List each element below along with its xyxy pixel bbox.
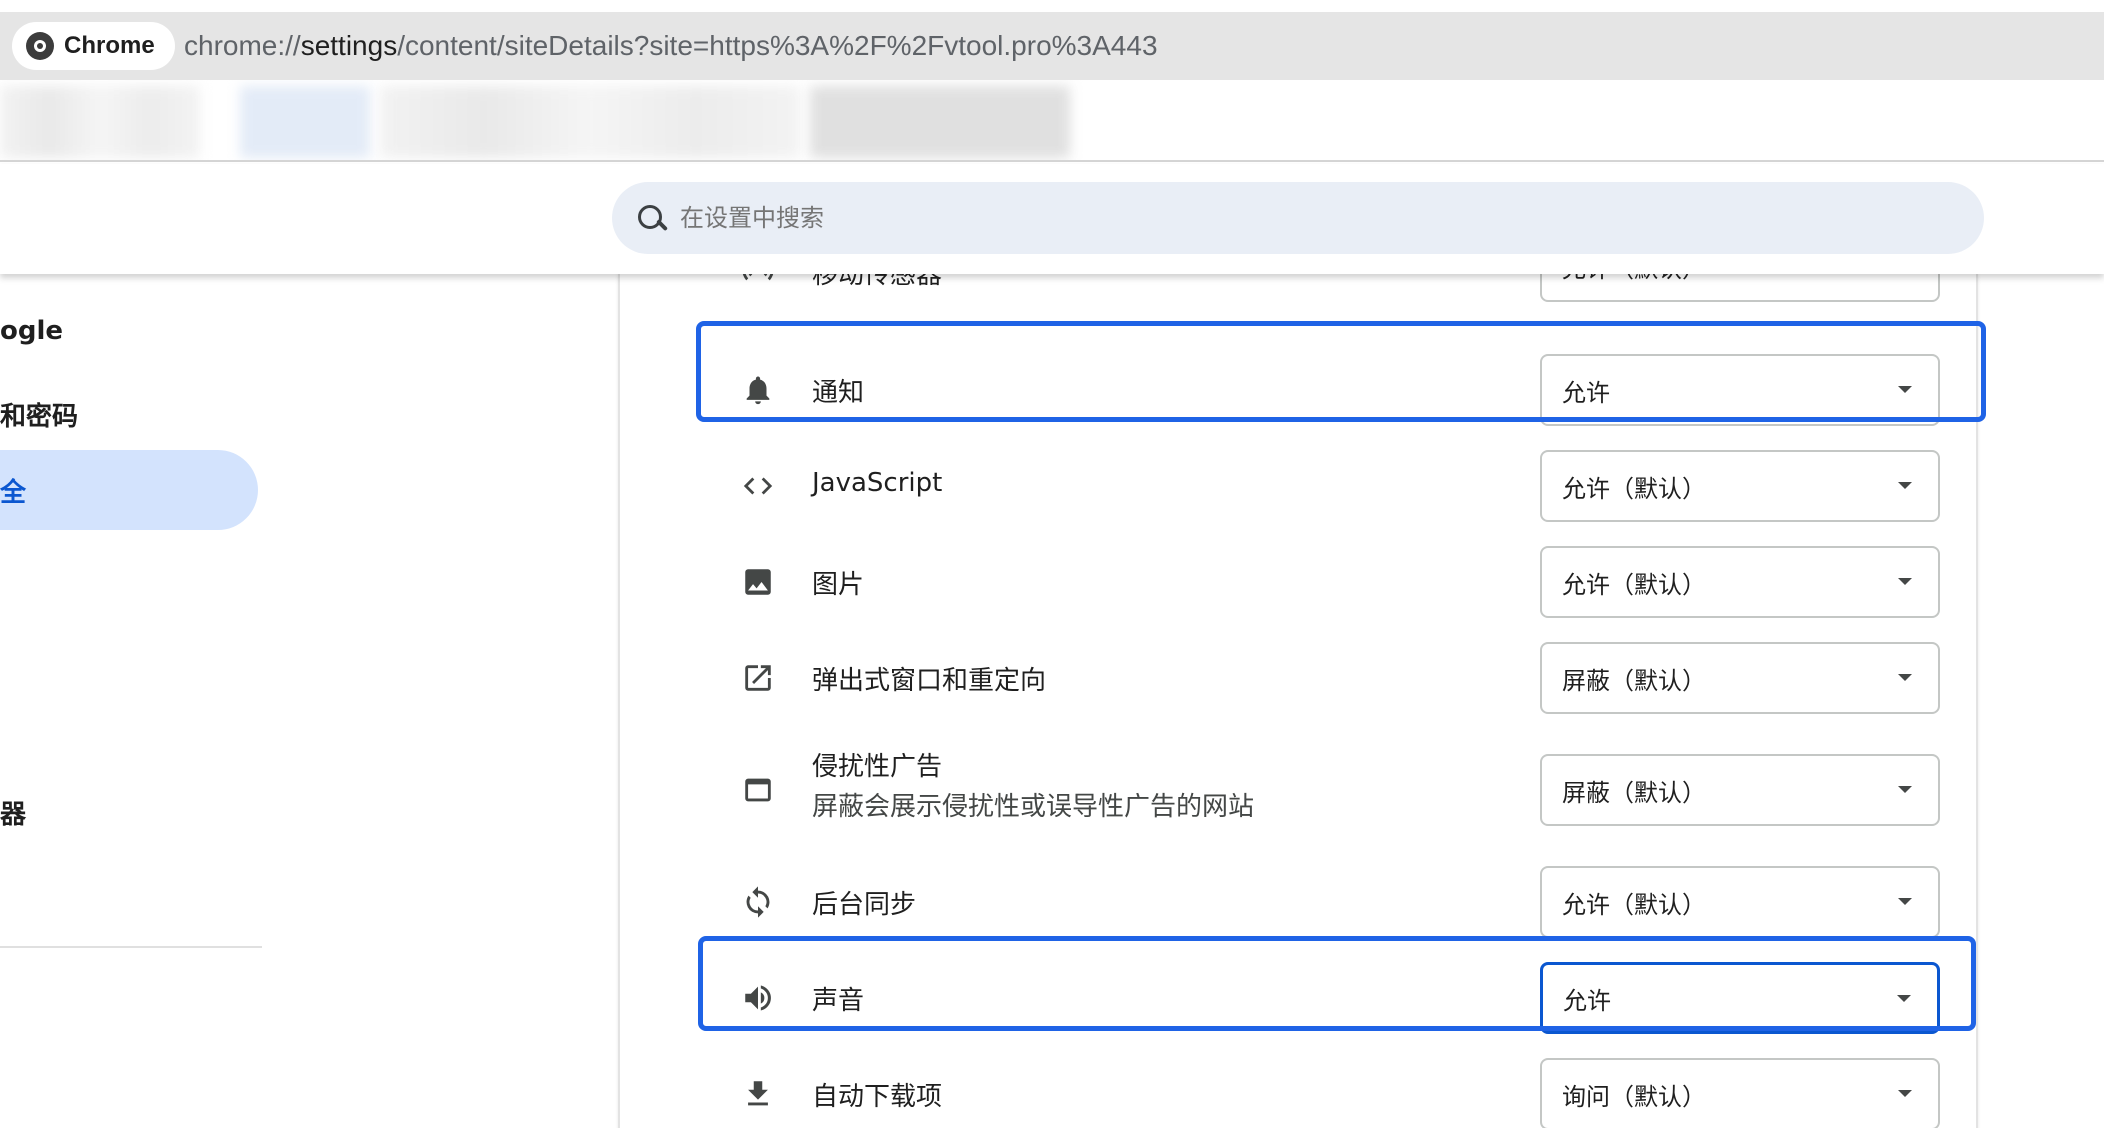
- image-icon: [740, 564, 776, 600]
- select-value: 允许（默认）: [1562, 890, 1706, 919]
- url-host: settings: [300, 30, 398, 61]
- sync-icon: [740, 884, 776, 920]
- dropdown-arrow-icon: [1898, 898, 1912, 905]
- dropdown-arrow-icon: [1897, 995, 1911, 1002]
- blurred-region: [0, 86, 200, 158]
- sidebar-divider: [0, 946, 262, 948]
- blurred-region: [380, 86, 800, 158]
- volume-icon: [740, 980, 776, 1016]
- blurred-region: [240, 86, 370, 158]
- sidebar-item-default-browser[interactable]: 器: [0, 794, 26, 831]
- sidebar-item-google[interactable]: ogle: [0, 316, 63, 346]
- dropdown-arrow-icon: [1898, 1090, 1912, 1097]
- settings-sidebar: ogle 和密码 全 器: [0, 274, 270, 1128]
- permission-select-sound[interactable]: 允许: [1540, 962, 1940, 1034]
- permission-title: 侵扰性广告: [812, 752, 943, 782]
- site-permissions-card: 移动传感器 允许（默认） 通知 允许 JavaScript 允许（默认） 图: [618, 230, 1980, 1128]
- blurred-region: [810, 86, 1070, 158]
- permission-select-intrusive-ads[interactable]: 屏蔽（默认）: [1540, 754, 1940, 826]
- url-path: /content/siteDetails?site=https%3A%2F%2F…: [397, 30, 1158, 61]
- permission-subtitle: 屏蔽会展示侵扰性或误导性广告的网站: [812, 792, 1255, 822]
- window-icon: [740, 772, 776, 808]
- permission-title: 通知: [812, 378, 865, 408]
- permission-row-background-sync: 后台同步 允许（默认）: [620, 854, 1980, 950]
- permission-row-javascript: JavaScript 允许（默认）: [620, 438, 1980, 534]
- permission-title: 自动下载项: [812, 1082, 943, 1112]
- url-text[interactable]: chrome://settings/content/siteDetails?si…: [184, 12, 1158, 80]
- address-bar[interactable]: Chrome chrome://settings/content/siteDet…: [0, 12, 2104, 80]
- permission-row-automatic-downloads: 自动下载项 询问（默认）: [620, 1046, 1980, 1128]
- permission-select-automatic-downloads[interactable]: 询问（默认）: [1540, 1058, 1940, 1128]
- download-icon: [740, 1076, 776, 1112]
- bell-icon: [740, 372, 776, 408]
- dropdown-arrow-icon: [1898, 386, 1912, 393]
- permission-select-popups[interactable]: 屏蔽（默认）: [1540, 642, 1940, 714]
- dropdown-arrow-icon: [1898, 674, 1912, 681]
- select-value: 屏蔽（默认）: [1562, 666, 1706, 695]
- select-value: 允许（默认）: [1562, 474, 1706, 503]
- search-icon: [634, 201, 668, 235]
- permission-title: 声音: [812, 986, 865, 1016]
- dropdown-arrow-icon: [1898, 786, 1912, 793]
- permission-select-notifications[interactable]: 允许: [1540, 354, 1940, 426]
- permission-row-popups: 弹出式窗口和重定向 屏蔽（默认）: [620, 630, 1980, 726]
- search-input[interactable]: [680, 204, 1880, 232]
- chip-label: Chrome: [64, 32, 155, 59]
- permission-title: 后台同步: [812, 890, 917, 920]
- select-value: 允许（默认）: [1562, 570, 1706, 599]
- sidebar-item-privacy-security[interactable]: [0, 450, 258, 530]
- permission-row-images: 图片 允许（默认）: [620, 534, 1980, 630]
- permission-title: 弹出式窗口和重定向: [812, 666, 1047, 696]
- sidebar-item-privacy-security-label: 全: [0, 478, 27, 508]
- permission-select-images[interactable]: 允许（默认）: [1540, 546, 1940, 618]
- open-in-new-icon: [740, 660, 776, 696]
- dropdown-arrow-icon: [1898, 578, 1912, 585]
- permission-select-background-sync[interactable]: 允许（默认）: [1540, 866, 1940, 938]
- permission-select-javascript[interactable]: 允许（默认）: [1540, 450, 1940, 522]
- permission-row-notifications: 通知 允许: [620, 342, 1980, 438]
- select-value: 屏蔽（默认）: [1562, 778, 1706, 807]
- select-value: 允许: [1562, 378, 1610, 407]
- bookmarks-bar: [0, 80, 2104, 162]
- url-scheme: chrome://: [184, 30, 301, 61]
- permission-row-sound: 声音 允许: [620, 950, 1980, 1046]
- dropdown-arrow-icon: [1898, 482, 1912, 489]
- chrome-logo-icon: [26, 32, 54, 60]
- settings-header: [0, 164, 2104, 274]
- settings-search[interactable]: [612, 182, 1984, 254]
- site-info-chip[interactable]: Chrome: [12, 22, 175, 70]
- select-value: 询问（默认）: [1562, 1082, 1706, 1111]
- permission-title: JavaScript: [812, 468, 943, 498]
- select-value: 允许: [1563, 986, 1611, 1015]
- permission-row-intrusive-ads: 侵扰性广告 屏蔽会展示侵扰性或误导性广告的网站 屏蔽（默认）: [620, 726, 1980, 854]
- sidebar-item-autofill-passwords[interactable]: 和密码: [0, 396, 78, 433]
- permission-title: 图片: [812, 570, 865, 600]
- code-icon: [740, 468, 776, 504]
